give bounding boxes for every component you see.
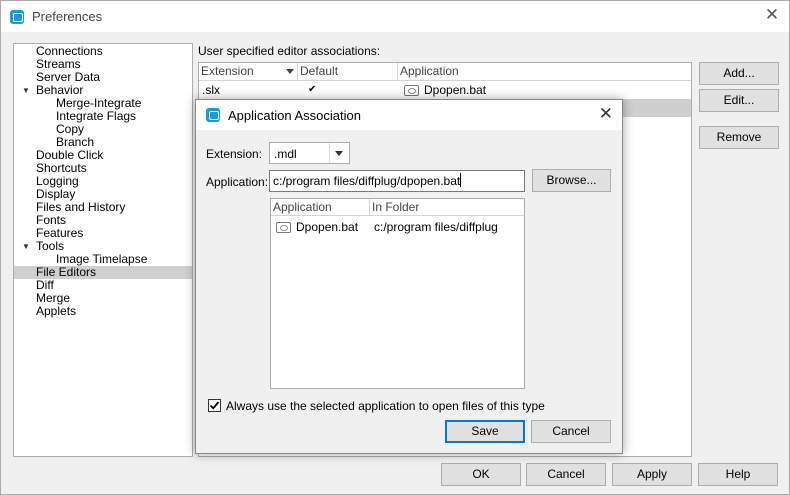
browse-button[interactable]: Browse... — [532, 169, 611, 192]
batch-file-icon — [276, 222, 291, 233]
column-header-in-folder[interactable]: In Folder — [370, 199, 525, 216]
dialog-title: Application Association — [228, 107, 361, 123]
column-header-application[interactable]: Application — [271, 199, 370, 216]
list-item-application: Dpopen.bat — [273, 218, 358, 236]
column-header-application[interactable]: Application — [398, 63, 692, 81]
expand-arrow-icon[interactable]: ▼ — [22, 240, 30, 253]
always-use-checkbox[interactable] — [208, 399, 221, 412]
combo-divider — [329, 143, 330, 163]
ok-button[interactable]: OK — [441, 463, 521, 486]
always-use-label[interactable]: Always use the selected application to o… — [226, 399, 545, 413]
batch-file-icon — [404, 85, 419, 96]
tree-item-label: Applets — [36, 304, 77, 318]
add-button[interactable]: Add... — [699, 62, 779, 85]
associations-label: User specified editor associations: — [198, 44, 381, 58]
extension-combo[interactable]: .mdl — [269, 142, 350, 164]
window-title: Preferences — [32, 9, 103, 24]
cell-extension: .slx — [202, 83, 220, 97]
table-row[interactable]: .slx ✔ Dpopen.bat — [199, 81, 691, 99]
column-header-extension[interactable]: Extension — [199, 63, 298, 81]
application-list[interactable]: Application In Folder Dpopen.bat c:/prog… — [270, 198, 525, 389]
app-logo-icon — [10, 9, 24, 24]
help-button[interactable]: Help — [698, 463, 778, 486]
dialog-title-bar: Application Association ✕ — [196, 100, 622, 130]
close-icon[interactable]: ✕ — [764, 6, 780, 23]
save-button[interactable]: Save — [445, 420, 525, 443]
associations-header: Extension Default Application — [199, 63, 691, 81]
list-item-folder: c:/program files/diffplug — [374, 220, 498, 234]
application-path-input[interactable]: c:/program files/diffplug/dpopen.bat — [269, 170, 525, 192]
preferences-window: Preferences ✕ Connections Streams Server D… — [0, 0, 790, 495]
extension-value: .mdl — [274, 147, 297, 161]
app-logo-icon — [206, 108, 220, 122]
dialog-cancel-button[interactable]: Cancel — [531, 420, 611, 443]
close-icon[interactable]: ✕ — [599, 105, 613, 122]
application-list-header: Application In Folder — [271, 199, 524, 216]
cell-default-check: ✔ — [308, 84, 317, 95]
extension-label: Extension: — [206, 147, 263, 161]
expand-arrow-icon[interactable]: ▼ — [22, 84, 30, 97]
checkmark-icon — [209, 401, 220, 410]
sort-down-icon — [286, 69, 294, 74]
apply-button[interactable]: Apply — [612, 463, 692, 486]
application-association-dialog: Application Association ✕ Extension: .md… — [195, 99, 623, 454]
tree-item-applets[interactable]: Applets — [14, 305, 192, 318]
cell-application: Dpopen.bat — [401, 81, 486, 99]
edit-button[interactable]: Edit... — [699, 89, 779, 112]
title-bar: Preferences ✕ — [1, 1, 789, 32]
list-item[interactable]: Dpopen.bat c:/program files/diffplug — [271, 218, 524, 236]
text-caret — [460, 173, 462, 187]
tree-item-copy[interactable]: Copy — [14, 123, 192, 136]
remove-button[interactable]: Remove — [699, 126, 779, 149]
preferences-tree[interactable]: Connections Streams Server Data ▼ Behavior Me… — [13, 43, 193, 457]
application-label: Application: — [206, 175, 269, 189]
tree-item-integrate-flags[interactable]: Integrate Flags — [14, 110, 192, 123]
cancel-button[interactable]: Cancel — [526, 463, 606, 486]
column-header-default[interactable]: Default — [298, 63, 398, 81]
chevron-down-icon[interactable] — [335, 151, 343, 156]
